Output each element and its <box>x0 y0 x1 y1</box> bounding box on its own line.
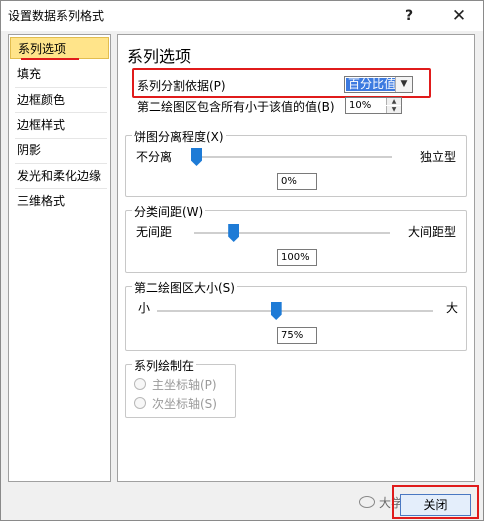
explosion-slider-thumb[interactable] <box>191 148 202 166</box>
gap-width-legend: 分类间距(W) <box>132 203 206 220</box>
gap-width-group: 分类间距(W) 无间距 大间距型 100% <box>125 203 467 273</box>
sidebar-item-border-color[interactable]: 边框颜色 <box>10 89 109 111</box>
gap-width-value-field[interactable]: 100% <box>277 249 317 266</box>
format-data-series-dialog: 设置数据系列格式 ? ✕ 系列选项 填充 边框颜色 边框样式 阴影 发光和柔化边… <box>0 0 484 521</box>
radio-icon <box>134 397 146 409</box>
gap-width-max-label: 大间距型 <box>408 225 457 239</box>
help-button[interactable]: ? <box>387 1 431 31</box>
highlight-underline <box>21 58 79 60</box>
dialog-title: 设置数据系列格式 <box>8 9 105 23</box>
sidebar-divider <box>15 112 107 113</box>
sidebar-item-border-style[interactable]: 边框样式 <box>10 114 109 136</box>
plot-series-on-legend: 系列绘制在 <box>132 357 197 374</box>
explosion-group: 饼图分离程度(X) 不分离 独立型 0% <box>125 128 467 197</box>
primary-axis-radio[interactable]: 主坐标轴(P) <box>134 377 217 393</box>
gap-width-slider-thumb[interactable] <box>228 224 240 242</box>
annotation-highlight-box <box>392 485 479 519</box>
explosion-legend: 饼图分离程度(X) <box>132 128 226 145</box>
spinner-up-icon[interactable]: ▲ <box>386 98 401 105</box>
radio-icon <box>134 378 146 390</box>
second-plot-size-legend: 第二绘图区大小(S) <box>132 279 237 296</box>
second-plot-size-slider-track[interactable] <box>157 310 433 312</box>
explosion-value-field[interactable]: 0% <box>277 173 317 190</box>
sidebar-item-shadow[interactable]: 阴影 <box>10 139 109 161</box>
panel-heading: 系列选项 <box>127 47 192 66</box>
second-plot-size-group: 第二绘图区大小(S) 小 大 75% <box>125 279 467 351</box>
sidebar-item-glow-soft-edges[interactable]: 发光和柔化边缘 <box>10 165 109 187</box>
spinner-down-icon[interactable]: ▼ <box>386 106 401 113</box>
sidebar-item-3d-format[interactable]: 三维格式 <box>10 190 109 212</box>
second-plot-size-min-label: 小 <box>138 301 151 315</box>
sidebar-item-fill[interactable]: 填充 <box>10 63 109 85</box>
close-icon[interactable]: ✕ <box>437 1 481 31</box>
sidebar-item-series-options[interactable]: 系列选项 <box>10 37 109 59</box>
annotation-highlight-box <box>132 68 431 98</box>
secondary-axis-radio[interactable]: 次坐标轴(S) <box>134 396 217 412</box>
explosion-slider-track[interactable] <box>196 156 392 158</box>
second-plot-threshold-label: 第二绘图区包含所有小于该值的值(B) <box>137 100 335 114</box>
sidebar-divider <box>15 188 107 189</box>
wechat-icon <box>359 496 375 508</box>
gap-width-min-label: 无间距 <box>136 225 173 239</box>
explosion-max-label: 独立型 <box>420 150 457 164</box>
plot-series-on-group: 系列绘制在 主坐标轴(P) 次坐标轴(S) <box>125 357 236 418</box>
series-options-panel: 系列选项 系列分割依据(P) 百分比值 ▼ 第二绘图区包含所有小于该值的值(B)… <box>117 34 475 482</box>
gap-width-slider-track[interactable] <box>194 232 390 234</box>
title-bar: 设置数据系列格式 ? ✕ <box>1 1 483 31</box>
second-plot-threshold-value: 10% <box>349 100 372 111</box>
second-plot-size-slider-thumb[interactable] <box>270 302 282 320</box>
primary-axis-label: 主坐标轴(P) <box>152 378 217 392</box>
category-sidebar: 系列选项 填充 边框颜色 边框样式 阴影 发光和柔化边缘 三维格式 <box>8 34 111 482</box>
second-plot-size-max-label: 大 <box>446 301 459 315</box>
second-plot-size-value-field[interactable]: 75% <box>277 327 317 344</box>
second-plot-threshold-spinner[interactable]: 10% ▲ ▼ <box>345 97 402 114</box>
sidebar-divider <box>15 87 107 88</box>
sidebar-divider <box>15 163 107 164</box>
secondary-axis-label: 次坐标轴(S) <box>152 397 217 411</box>
explosion-min-label: 不分离 <box>136 150 173 164</box>
